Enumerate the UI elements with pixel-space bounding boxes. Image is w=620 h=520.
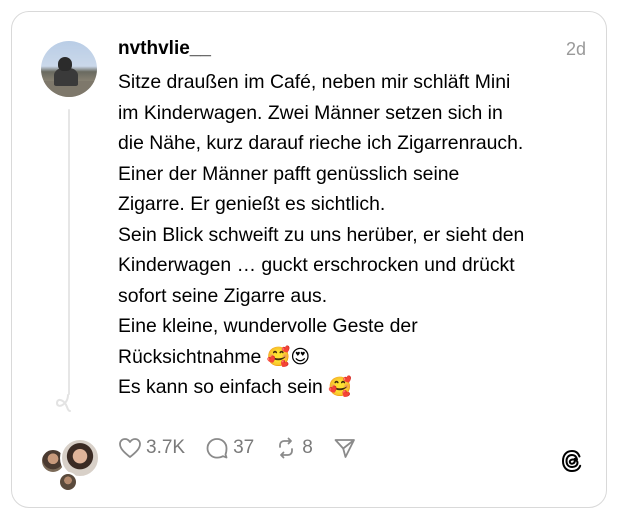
post-line-text: Rücksichtnahme xyxy=(118,345,262,368)
avatar-figure-head xyxy=(58,57,72,71)
like-count: 3.7K xyxy=(146,437,186,458)
share-icon xyxy=(334,439,355,458)
thread-line xyxy=(68,109,70,395)
post-line-with-emoji: Rücksichtnahme 🥰😍 xyxy=(118,342,588,373)
post-line: die Nähe, kurz darauf rieche ich Zigarre… xyxy=(118,132,524,154)
post-line: Kinderwagen … guckt erschrocken und drüc… xyxy=(118,254,515,276)
post-line: Sein Blick schweift zu uns herüber, er s… xyxy=(118,223,525,246)
like-button[interactable]: 3.7K xyxy=(118,437,185,459)
post-line-with-emoji: Es kann so einfach sein 🥰 xyxy=(118,372,588,403)
post-line-text: Es kann so einfach sein xyxy=(118,376,323,398)
repost-icon xyxy=(279,437,294,459)
post-timestamp[interactable]: 2d xyxy=(566,39,586,60)
post-text: Sitze draußen im Café, neben mir schläft… xyxy=(118,67,588,403)
comment-icon xyxy=(206,438,228,459)
share-button[interactable] xyxy=(333,437,357,459)
smiling-hearts-emoji: 🥰 xyxy=(328,376,352,398)
author-avatar[interactable] xyxy=(41,41,97,97)
reply-count: 37 xyxy=(233,437,255,458)
post-line: im Kinderwagen. Zwei Männer setzen sich … xyxy=(118,101,503,124)
reply-button[interactable]: 37 xyxy=(205,437,254,459)
post-line: Sitze draußen im Café, neben mir schläft… xyxy=(118,71,511,93)
replier-avatar xyxy=(58,472,78,492)
repost-button[interactable]: 8 xyxy=(274,437,313,459)
threads-logo-icon[interactable] xyxy=(560,449,584,473)
post-line: Einer der Männer pafft genüsslich seine xyxy=(118,162,460,185)
post-line: Eine kleine, wundervolle Geste der xyxy=(118,315,418,337)
repost-count: 8 xyxy=(302,437,313,458)
heart-icon xyxy=(119,438,141,458)
thread-loop-icon xyxy=(55,394,71,412)
replier-avatars[interactable] xyxy=(38,438,102,492)
post-line: sofort seine Zigarre aus. xyxy=(118,284,328,307)
username[interactable]: nvthvlie__ xyxy=(118,38,211,60)
post-line: Zigarre. Er genießt es sichtlich. xyxy=(118,193,386,215)
smiling-hearts-emoji: 🥰😍 xyxy=(266,345,311,368)
post-actions: 3.7K 37 8 xyxy=(118,433,377,463)
